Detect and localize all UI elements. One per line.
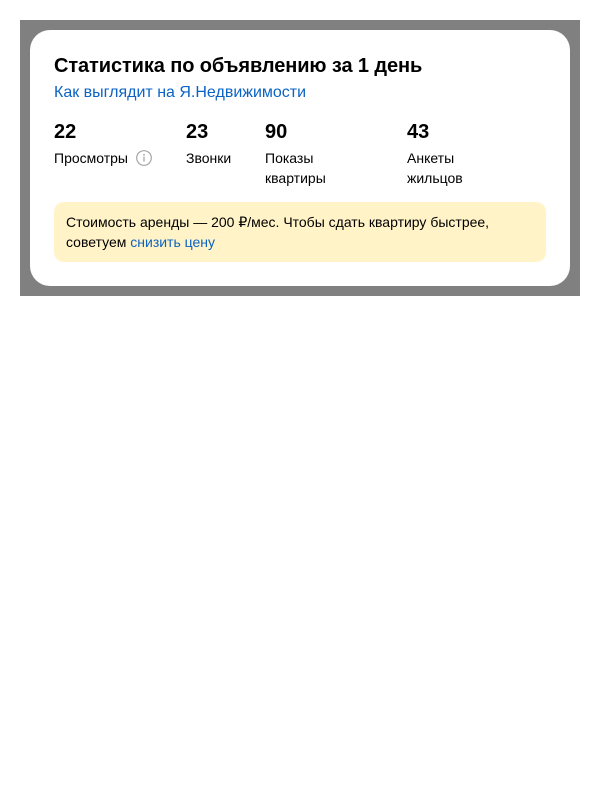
listing-stats-card: Статистика по объявлению за 1 день Как в… (30, 30, 570, 286)
stat-views-label: Просмотры (54, 150, 128, 166)
stat-forms: 43 Анкеты жильцов (407, 120, 497, 188)
stat-views-value: 22 (54, 121, 77, 143)
stat-forms-label: Анкеты жильцов (407, 150, 463, 186)
stat-shows-label: Показы квартиры (265, 150, 326, 186)
stat-calls-label: Звонки (186, 150, 232, 166)
preview-link[interactable]: Как выглядит на Я.Недвижимости (54, 84, 306, 102)
stat-calls-value: 23 (186, 121, 209, 143)
info-icon[interactable] (136, 150, 152, 166)
card-title: Статистика по объявлению за 1 день (54, 55, 423, 77)
stat-shows: 90 Показы квартиры (265, 120, 355, 188)
lower-price-link[interactable]: снизить цену (130, 234, 215, 250)
stat-shows-value: 90 (265, 121, 288, 143)
stat-views: 22 Просмотры (54, 120, 174, 168)
price-advice-notice: Стоимость аренды — 200 ₽/мес. Чтобы сдат… (54, 202, 546, 262)
widget-frame: Статистика по объявлению за 1 день Как в… (20, 20, 580, 296)
stat-calls: 23 Звонки (186, 120, 256, 168)
stat-forms-value: 43 (407, 121, 430, 143)
